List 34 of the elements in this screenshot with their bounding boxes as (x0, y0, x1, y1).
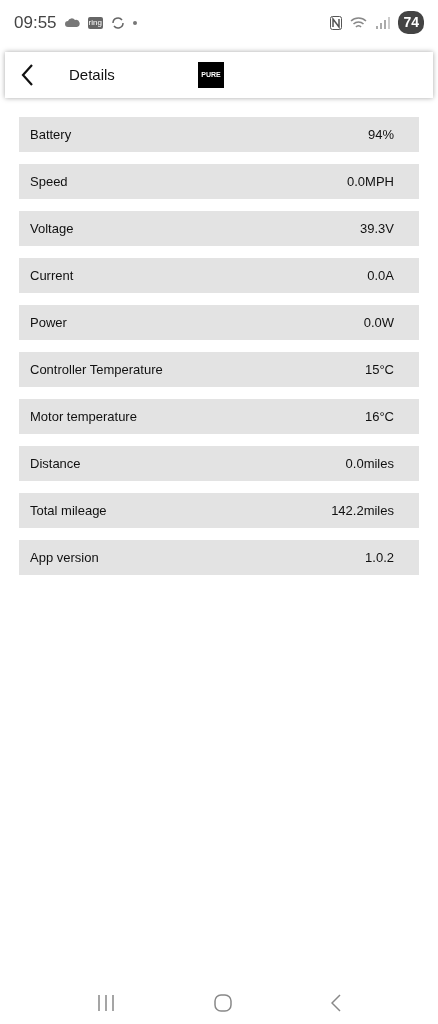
cloud-icon (64, 18, 80, 27)
row-value: 0.0MPH (347, 172, 394, 191)
row-value: 94% (367, 125, 394, 144)
app-badge-icon: ring (87, 16, 103, 29)
row-value: 0.0A (367, 266, 394, 285)
row-label: Motor temperature (30, 407, 137, 426)
home-icon[interactable] (214, 994, 232, 1012)
row-label: Battery (30, 125, 72, 144)
row-value: 15°C (364, 360, 394, 379)
row-label: Total mileage (30, 501, 107, 520)
back-nav-icon[interactable] (330, 994, 341, 1012)
row-label: Distance (30, 454, 81, 473)
dot-icon (132, 20, 137, 25)
row-label: App version (30, 548, 99, 567)
status-time: 09:55 (14, 11, 57, 34)
row-value: 142.2miles (331, 501, 394, 520)
row-value: 16°C (364, 407, 394, 426)
row-value: 0.0W (363, 313, 394, 332)
back-icon[interactable] (21, 64, 33, 86)
row-value: 1.0.2 (365, 548, 394, 567)
page-title: Details (69, 64, 116, 85)
row-value: 0.0miles (345, 454, 394, 473)
row-label: Power (30, 313, 67, 332)
row-value: 39.3V (360, 219, 394, 238)
row-label: Controller Temperature (30, 360, 163, 379)
nfc-icon (330, 15, 343, 30)
row-label: Current (30, 266, 74, 285)
sync-icon (110, 15, 125, 30)
recents-icon[interactable] (97, 995, 116, 1011)
row-label: Speed (30, 172, 68, 191)
wifi-icon (350, 16, 369, 29)
signal-icon (376, 16, 391, 29)
battery-indicator: 74 (398, 11, 424, 34)
row-label: Voltage (30, 219, 74, 238)
